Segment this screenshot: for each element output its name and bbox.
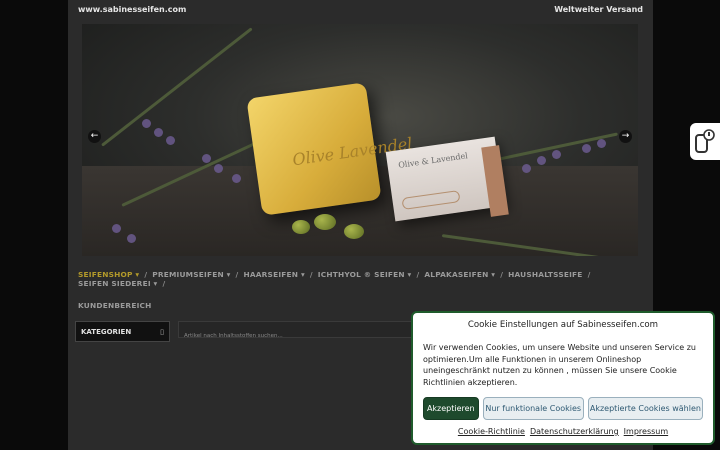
categories-label: KATEGORIEN [81,327,132,336]
list-icon: ▯ [160,327,164,336]
dropdown-caret-icon: ▾ [150,279,158,288]
nav-separator: / [500,270,504,279]
nav-item-label: ALPAKASEIFEN [424,270,489,279]
accept-button[interactable]: Akzeptieren [423,397,479,420]
cookie-text: Wir verwenden Cookies, um unsere Website… [423,343,696,387]
lavender-flower [582,144,591,153]
dropdown-caret-icon: ▾ [298,270,305,279]
nav-separator: / [144,270,148,279]
nav-item[interactable]: SEIFENSHOP ▾ [78,270,139,279]
nav-separator: / [162,279,166,288]
olive [314,214,336,230]
dropdown-caret-icon: ▾ [223,270,231,279]
nav-separator: / [416,270,420,279]
nav-separator: / [587,270,591,279]
nav-item[interactable]: ICHTHYOL ® SEIFEN ▾ [318,270,412,279]
lavender-flower [112,224,121,233]
nav-item-label: PREMIUMSEIFEN [152,270,224,279]
cookie-title: Cookie Einstellungen auf Sabinesseifen.c… [467,320,659,330]
lavender-flower [232,174,241,183]
site-url[interactable]: www.sabinesseifen.com [78,5,186,14]
nav-separator: / [235,270,239,279]
lavender-flower [552,150,561,159]
nav-item-kundenbereich[interactable]: KUNDENBEREICH [78,301,152,310]
lavender-flower [142,119,151,128]
lavender-flower [522,164,531,173]
nav-separator: / [309,270,313,279]
nav-item-label: SEIFENSHOP [78,270,133,279]
lavender-flower [537,156,546,165]
nav-item-label: HAARSEIFEN [243,270,299,279]
functional-cookies-button[interactable]: Nur funktionale Cookies [482,397,584,420]
privacy-link[interactable]: Datenschutzerklärung [530,427,619,436]
main-navigation: SEIFENSHOP ▾ / PREMIUMSEIFEN ▾ / HAARSEIFEN … [78,270,648,314]
lavender-flower [127,234,136,243]
arrow-right-icon: → [621,131,630,141]
categories-toggle[interactable]: KATEGORIEN ▯ [75,321,170,342]
olive [344,224,364,239]
slider-next-button[interactable]: → [619,130,632,143]
arrow-left-icon: ← [90,131,99,141]
nav-row: SEIFENSHOP ▾ / PREMIUMSEIFEN ▾ / HAARSEIFEN … [78,270,648,288]
lavender-flower [597,139,606,148]
slider-prev-button[interactable]: ← [88,130,101,143]
lavender-flower [214,164,223,173]
phone-badge-icon [695,128,715,153]
imprint-link[interactable]: Impressum [624,427,668,436]
olive [292,220,310,234]
nav-item-label: ICHTHYOL ® SEIFEN [317,270,405,279]
cookie-links: Cookie-Richtlinie Datenschutzerklärung I… [423,427,703,436]
nav-item[interactable]: SEIFEN SIEDEREI ▾ [78,279,157,288]
cookie-buttons: Akzeptieren Nur funktionale Cookies Akze… [423,397,703,420]
hero-slider[interactable]: Olive Lavendel Olive & Lavendel ← → [82,24,638,256]
lavender-stem [101,27,253,147]
shipping-note: Weltweiter Versand [554,4,643,14]
dropdown-caret-icon: ▾ [132,270,140,279]
lavender-flower [202,154,211,163]
nav-item-label: HAUSHALTSSEIFE [508,270,583,279]
cookie-consent-dialog: Cookie Einstellungen auf Sabinesseifen.c… [411,311,715,445]
lavender-flower [166,136,175,145]
dropdown-caret-icon: ▾ [488,270,496,279]
nav-item[interactable]: HAUSHALTSSEIFE [508,270,582,279]
nav-item-label: SEIFEN SIEDEREI [78,279,151,288]
nav-item[interactable]: PREMIUMSEIFEN ▾ [152,270,230,279]
nav-item[interactable]: ALPAKASEIFEN ▾ [424,270,495,279]
dropdown-caret-icon: ▾ [404,270,412,279]
side-contact-widget[interactable] [690,123,720,160]
top-bar: www.sabinesseifen.com Weltweiter Versand [78,2,643,16]
cookie-policy-link[interactable]: Cookie-Richtlinie [458,427,525,436]
choose-cookies-button[interactable]: Akzeptierte Cookies wählen [587,397,703,420]
nav-item[interactable]: HAARSEIFEN ▾ [243,270,304,279]
lavender-flower [154,128,163,137]
